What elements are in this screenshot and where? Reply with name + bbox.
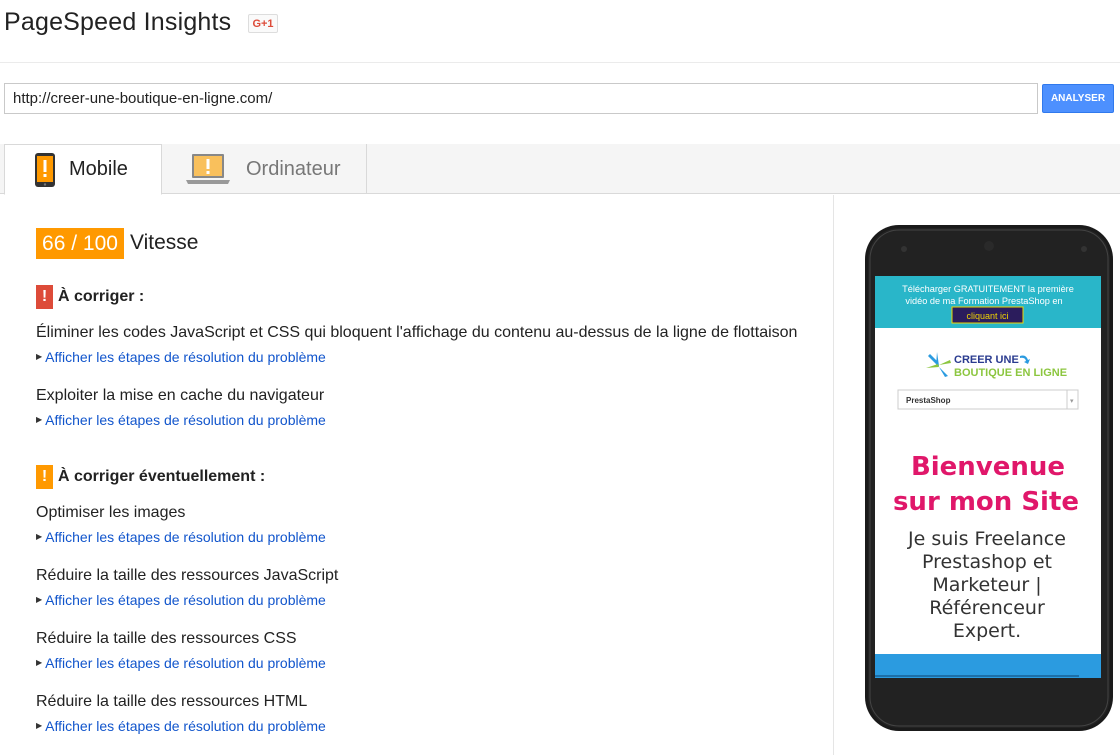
device-tabs: Mobile Ordinateur <box>0 144 1120 195</box>
app-title: PageSpeed Insights <box>4 8 232 36</box>
rule-details-link[interactable]: ▶ Afficher les étapes de résolution du pr… <box>36 592 338 608</box>
rule-item: Réduire la taille des ressources HTML ▶ A… <box>36 692 326 734</box>
mobile-preview: Télécharger GRATUITEMENT la première vid… <box>864 224 1114 732</box>
rule-details-link[interactable]: ▶ Afficher les étapes de résolution du pr… <box>36 349 797 365</box>
rule-title: Réduire la taille des ressources JavaScr… <box>36 567 339 584</box>
logo-line-2: BOUTIQUE EN LIGNE <box>954 367 1067 379</box>
rule-title: Optimiser les images <box>36 504 186 521</box>
analyze-button[interactable]: ANALYSER <box>1042 84 1114 113</box>
should-fix-heading: ! À corriger éventuellement : <box>36 465 265 489</box>
url-input[interactable] <box>4 83 1038 114</box>
rule-details-link[interactable]: ▶ Afficher les étapes de résolution du pr… <box>36 655 326 671</box>
banner-line-1: Télécharger GRATUITEMENT la première <box>902 284 1074 294</box>
rule-title: Exploiter la mise en cache du navigateur <box>36 387 325 404</box>
rule-title: Réduire la taille des ressources CSS <box>36 630 297 647</box>
must-fix-title: À corriger : <box>58 288 145 305</box>
intro-line-4: Référenceur <box>929 597 1045 619</box>
rule-details-link[interactable]: ▶ Afficher les étapes de résolution du pr… <box>36 529 326 545</box>
score-badge: 66 / 100 <box>36 228 124 259</box>
desktop-warning-icon <box>186 154 230 184</box>
phone-frame: Télécharger GRATUITEMENT la première vid… <box>865 225 1113 731</box>
tab-desktop[interactable]: Ordinateur <box>162 144 367 194</box>
google-plus-button[interactable]: G+1 <box>248 14 278 33</box>
expand-triangle-icon: ▶ <box>36 721 43 730</box>
banner-line-2: vidéo de ma Formation PrestaShop en <box>905 296 1062 306</box>
tab-desktop-label: Ordinateur <box>246 157 341 180</box>
footer-bar <box>875 654 1101 678</box>
rule-title: Éliminer les codes JavaScript et CSS qui… <box>36 324 798 341</box>
warning-icon: ! <box>36 465 53 489</box>
mobile-warning-icon <box>35 152 55 187</box>
intro-line-3: Marketeur | <box>932 574 1041 596</box>
header: PageSpeed Insights G+1 <box>0 0 1120 63</box>
rule-item: Exploiter la mise en cache du navigateur… <box>36 386 326 428</box>
rule-item: Réduire la taille des ressources CSS ▶ Af… <box>36 629 326 671</box>
rule-details-link[interactable]: ▶ Afficher les étapes de résolution du pr… <box>36 718 326 734</box>
expand-triangle-icon: ▶ <box>36 415 43 424</box>
expand-triangle-icon: ▶ <box>36 658 43 667</box>
rule-item: Réduire la taille des ressources JavaScr… <box>36 566 338 608</box>
expand-triangle-icon: ▶ <box>36 595 43 604</box>
select-value: PrestaShop <box>906 396 951 405</box>
select-arrow-icon: ▾ <box>1070 398 1074 405</box>
rule-title: Réduire la taille des ressources HTML <box>36 693 308 710</box>
welcome-heading-1: Bienvenue <box>911 452 1065 482</box>
tab-mobile-label: Mobile <box>69 158 128 180</box>
intro-line-1: Je suis Freelance <box>907 528 1066 550</box>
must-fix-heading: ! À corriger : <box>36 285 144 309</box>
expand-triangle-icon: ▶ <box>36 352 43 361</box>
banner-button[interactable]: cliquant ici <box>966 311 1008 321</box>
score-label: Vitesse <box>130 231 199 254</box>
rule-item: Éliminer les codes JavaScript et CSS qui… <box>36 323 797 365</box>
rule-item: Optimiser les images ▶ Afficher les étape… <box>36 503 326 545</box>
expand-triangle-icon: ▶ <box>36 532 43 541</box>
rule-details-link[interactable]: ▶ Afficher les étapes de résolution du pr… <box>36 412 326 428</box>
should-fix-title: À corriger éventuellement : <box>58 468 266 485</box>
intro-line-2: Prestashop et <box>922 551 1052 573</box>
content-divider <box>833 195 834 755</box>
error-icon: ! <box>36 285 53 309</box>
logo-line-1: CREER UNE <box>954 354 1019 366</box>
tab-mobile[interactable]: Mobile <box>4 144 162 195</box>
intro-line-5: Expert. <box>953 620 1021 642</box>
welcome-heading-2: sur mon Site <box>893 487 1079 517</box>
